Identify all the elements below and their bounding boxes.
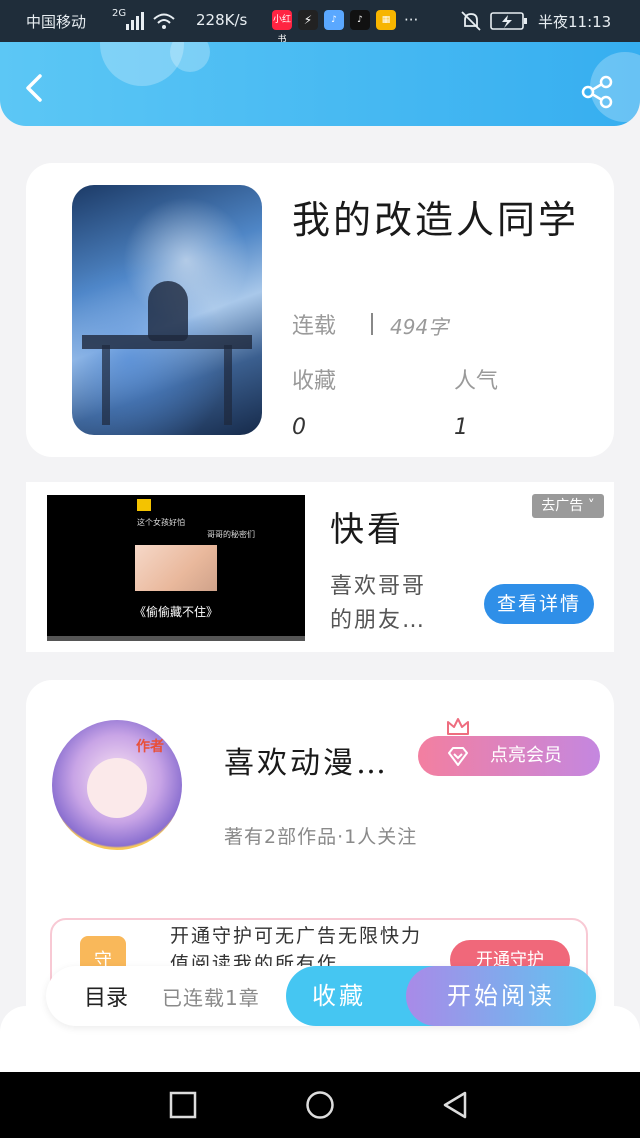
favorites-label: 收藏 [292, 369, 337, 394]
diamond-icon [448, 747, 468, 766]
wifi-icon [153, 13, 175, 29]
book-cover-image[interactable] [72, 185, 262, 435]
time-label: 半夜11:13 [538, 13, 612, 31]
word-count: 494字 [390, 315, 449, 339]
ad-card[interactable]: 这个女孩好怕 哥哥的秘密们 《偷偷藏不住》 快看 喜欢哥哥的朋友… 去广告 ˅ … [26, 482, 614, 652]
table-of-contents-button[interactable]: 目录 [84, 980, 128, 1012]
system-navigation-bar [0, 1072, 640, 1138]
ad-video-frame [135, 545, 217, 591]
remove-ad-button[interactable]: 去广告 ˅ [532, 494, 604, 518]
activate-vip-button[interactable]: 点亮会员 [418, 736, 600, 776]
author-avatar[interactable]: 作者 [52, 720, 182, 850]
share-icon[interactable] [580, 74, 616, 110]
avatar-face [87, 758, 147, 818]
app-icon: ▦ [376, 10, 396, 30]
popularity-label: 人气 [454, 369, 499, 394]
bottom-action-bar: 目录 已连载1章 收藏 开始阅读 [46, 966, 596, 1026]
carrier-label: 中国移动 [26, 13, 87, 31]
music-app-icon: ♪ [324, 10, 344, 30]
serial-status: 连载 [292, 314, 337, 339]
signal-icon [126, 12, 144, 30]
network-type-label: 2G [112, 8, 127, 19]
crown-icon [447, 718, 469, 735]
tiktok-app-icon: ♪ [350, 10, 370, 30]
ad-video-thumbnail[interactable]: 这个女孩好怕 哥哥的秘密们 《偷偷藏不住》 [47, 495, 305, 641]
ad-description: 喜欢哥哥的朋友… [330, 574, 427, 633]
author-name[interactable]: 喜欢动漫… [224, 738, 389, 782]
home-circle-icon[interactable] [305, 1090, 335, 1120]
favorites-count: 0 [292, 415, 306, 440]
recents-square-icon[interactable] [168, 1090, 198, 1120]
chapter-count: 已连载1章 [162, 986, 260, 1010]
status-bar: 中国移动 2G 228K/s 小红书 ⚡ ♪ ♪ ▦ ··· 半夜11:13 [0, 0, 640, 45]
ad-video-text: 哥哥的秘密们 [207, 530, 255, 539]
vip-button-label: 点亮会员 [490, 745, 562, 766]
author-stats: 著有2部作品·1人关注 [224, 826, 418, 848]
ad-detail-button[interactable]: 查看详情 [484, 584, 594, 624]
start-reading-button[interactable]: 开始阅读 [406, 966, 596, 1026]
author-badge: 作者 [136, 739, 164, 755]
ad-title: 快看 [330, 510, 404, 550]
xiaohongshu-app-icon: 小红书 [272, 10, 292, 45]
remove-ad-label: 去广告 [541, 498, 584, 514]
header-bar [0, 42, 640, 126]
divider [371, 313, 373, 335]
popularity-count: 1 [454, 415, 468, 440]
battery-icon [490, 12, 527, 30]
book-title: 我的改造人同学 [292, 198, 580, 242]
cover-desk-leg [102, 345, 110, 425]
app-notification-icon: ⚡ [298, 10, 318, 30]
ad-video-progress [47, 636, 305, 641]
kuaikan-logo [137, 499, 151, 511]
book-info-card: 我的改造人同学 连载 494字 收藏 人气 0 1 [26, 163, 614, 457]
cover-desk-leg [224, 345, 232, 425]
mute-bell-icon [461, 11, 481, 31]
ad-video-text: 这个女孩好怕 [137, 518, 185, 527]
back-triangle-icon[interactable] [440, 1090, 470, 1120]
chevron-left-icon[interactable] [18, 70, 54, 106]
ad-video-caption: 《偷偷藏不住》 [133, 605, 218, 619]
more-notifications-icon: ··· [404, 11, 419, 29]
network-speed-label: 228K/s [196, 11, 248, 29]
cover-figure [148, 281, 188, 341]
